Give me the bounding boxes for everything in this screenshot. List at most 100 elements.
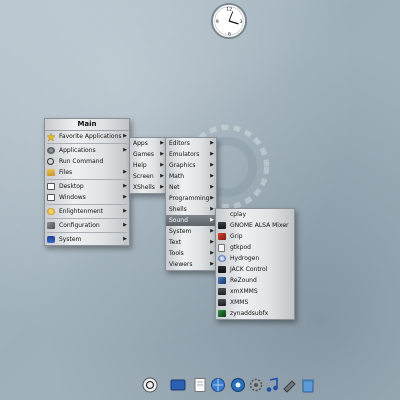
- menu-item-system-category[interactable]: System ▶: [166, 226, 216, 237]
- applications-submenu: Apps ▶ Games ▶ Help ▶ Screen ▶ XShells ▶: [129, 137, 167, 194]
- menu-item-tools[interactable]: Tools ▶: [166, 248, 216, 259]
- menu-item-label: xmXMMS: [230, 288, 258, 295]
- menu-item-system[interactable]: System ▶: [45, 234, 129, 245]
- menu-item-gtkpod[interactable]: gtkpod: [216, 242, 294, 253]
- tools-icon[interactable]: [282, 377, 298, 395]
- menu-item-applications[interactable]: Applications ▶: [45, 145, 129, 156]
- menu-item-jack-control[interactable]: JACK Control: [216, 264, 294, 275]
- menu-item-label: Shells: [169, 206, 187, 213]
- menu-item-editors[interactable]: Editors ▶: [166, 138, 216, 149]
- gear-icon: [47, 147, 55, 154]
- menu-item-cplay[interactable]: cplay: [216, 209, 294, 220]
- menu-item-label: Programming: [169, 195, 210, 202]
- menu-separator: [47, 232, 127, 233]
- menu-item-text[interactable]: Text ▶: [166, 237, 216, 248]
- synth-icon: [218, 310, 226, 317]
- menu-item-label: Run Command: [59, 158, 104, 165]
- menu-item-help[interactable]: Help ▶: [130, 160, 166, 171]
- menu-item-label: Help: [133, 162, 147, 169]
- submenu-arrow-icon: ▶: [210, 239, 214, 245]
- submenu-arrow-icon: ▶: [160, 162, 164, 168]
- mixer-icon: [218, 222, 226, 229]
- clock-widget[interactable]: 12 3 6 9: [210, 2, 248, 40]
- categories-submenu: Editors ▶ Emulators ▶ Graphics ▶ Math ▶ Net ▶…: [165, 137, 217, 271]
- menu-item-label: Screen: [133, 173, 154, 180]
- submenu-arrow-icon: ▶: [210, 217, 214, 223]
- menu-item-label: Enlightenment: [59, 208, 104, 215]
- menu-item-configuration[interactable]: Configuration ▶: [45, 220, 129, 231]
- menu-item-files[interactable]: Files ▶: [45, 167, 129, 178]
- menu-item-label: Emulators: [169, 151, 200, 158]
- menu-item-gnome-alsa-mixer[interactable]: GNOME ALSA Mixer: [216, 220, 294, 231]
- menu-separator: [47, 218, 127, 219]
- menu-item-label: Apps: [133, 140, 148, 147]
- menu-item-xmms[interactable]: XMMS: [216, 297, 294, 308]
- menu-item-label: Math: [169, 173, 185, 180]
- menu-item-emulators[interactable]: Emulators ▶: [166, 149, 216, 160]
- menu-item-graphics[interactable]: Graphics ▶: [166, 160, 216, 171]
- menu-separator: [47, 179, 127, 180]
- menu-item-label: zynaddsubfx: [230, 310, 269, 317]
- menu-item-label: Graphics: [169, 162, 196, 169]
- menu-item-games[interactable]: Games ▶: [130, 149, 166, 160]
- submenu-arrow-icon: ▶: [210, 206, 214, 212]
- menu-item-screen[interactable]: Screen ▶: [130, 171, 166, 182]
- document-icon[interactable]: [192, 377, 208, 395]
- menu-item-label: Sound: [169, 217, 188, 224]
- menu-item-sound[interactable]: Sound ▶: [166, 215, 216, 226]
- menu-item-label: System: [59, 236, 82, 243]
- submenu-arrow-icon: ▶: [210, 173, 214, 179]
- menu-item-label: Grip: [230, 233, 243, 240]
- menu-item-label: gtkpod: [230, 244, 251, 251]
- menu-item-hydrogen[interactable]: Hydrogen: [216, 253, 294, 264]
- menu-item-label: Applications: [59, 147, 96, 154]
- menu-item-desktop[interactable]: Desktop ▶: [45, 181, 129, 192]
- submenu-arrow-icon: ▶: [123, 236, 127, 242]
- menu-item-label: Windows: [59, 194, 86, 201]
- submenu-arrow-icon: ▶: [210, 162, 214, 168]
- e-logo-icon[interactable]: [142, 377, 158, 395]
- window-icon: [47, 194, 55, 201]
- menu-item-label: Tools: [169, 250, 184, 257]
- menu-item-label: GNOME ALSA Mixer: [230, 222, 289, 229]
- menu-item-label: Editors: [169, 140, 190, 147]
- terminal-icon[interactable]: [170, 377, 186, 395]
- menu-item-windows[interactable]: Windows ▶: [45, 192, 129, 203]
- menu-item-xmxmms[interactable]: xmXMMS: [216, 286, 294, 297]
- menu-item-grip[interactable]: Grip: [216, 231, 294, 242]
- menu-item-zynaddsubfx[interactable]: zynaddsubfx: [216, 308, 294, 319]
- submenu-arrow-icon: ▶: [123, 183, 127, 189]
- menu-item-enlightenment[interactable]: Enlightenment ▶: [45, 206, 129, 217]
- menu-item-label: cplay: [230, 211, 247, 218]
- desktop[interactable]: 12 3 6 9 Main Favorite Applications ▶ Ap…: [0, 0, 400, 400]
- menu-item-xshells[interactable]: XShells ▶: [130, 182, 166, 193]
- menu-item-label: Desktop: [59, 183, 84, 190]
- menu-item-apps[interactable]: Apps ▶: [130, 138, 166, 149]
- e-logo-icon: [47, 208, 55, 215]
- menu-item-shells[interactable]: Shells ▶: [166, 204, 216, 215]
- rezound-icon: [218, 277, 226, 284]
- globe-icon[interactable]: [210, 377, 226, 395]
- menu-item-label: Files: [59, 169, 73, 176]
- jack-icon: [218, 266, 226, 273]
- ipod-icon: [218, 244, 225, 252]
- menu-item-run-command[interactable]: Run Command: [45, 156, 129, 167]
- menu-item-label: Configuration: [59, 222, 100, 229]
- submenu-arrow-icon: ▶: [160, 173, 164, 179]
- menu-item-math[interactable]: Math ▶: [166, 171, 216, 182]
- music-icon[interactable]: [264, 377, 280, 395]
- submenu-arrow-icon: ▶: [160, 184, 164, 190]
- menu-item-programming[interactable]: Programming ▶: [166, 193, 216, 204]
- network-icon[interactable]: [230, 377, 246, 395]
- menu-separator: [47, 204, 127, 205]
- menu-item-label: System: [169, 228, 192, 235]
- menu-item-net[interactable]: Net ▶: [166, 182, 216, 193]
- submenu-arrow-icon: ▶: [210, 228, 214, 234]
- settings-icon[interactable]: [248, 377, 264, 395]
- menu-item-viewers[interactable]: Viewers ▶: [166, 259, 216, 270]
- menu-item-rezound[interactable]: ReZound: [216, 275, 294, 286]
- menu-item-favorite-applications[interactable]: Favorite Applications ▶: [45, 131, 129, 142]
- clock-6: 6: [228, 31, 231, 37]
- blank-icon: [218, 211, 226, 218]
- trash-icon[interactable]: [300, 377, 316, 395]
